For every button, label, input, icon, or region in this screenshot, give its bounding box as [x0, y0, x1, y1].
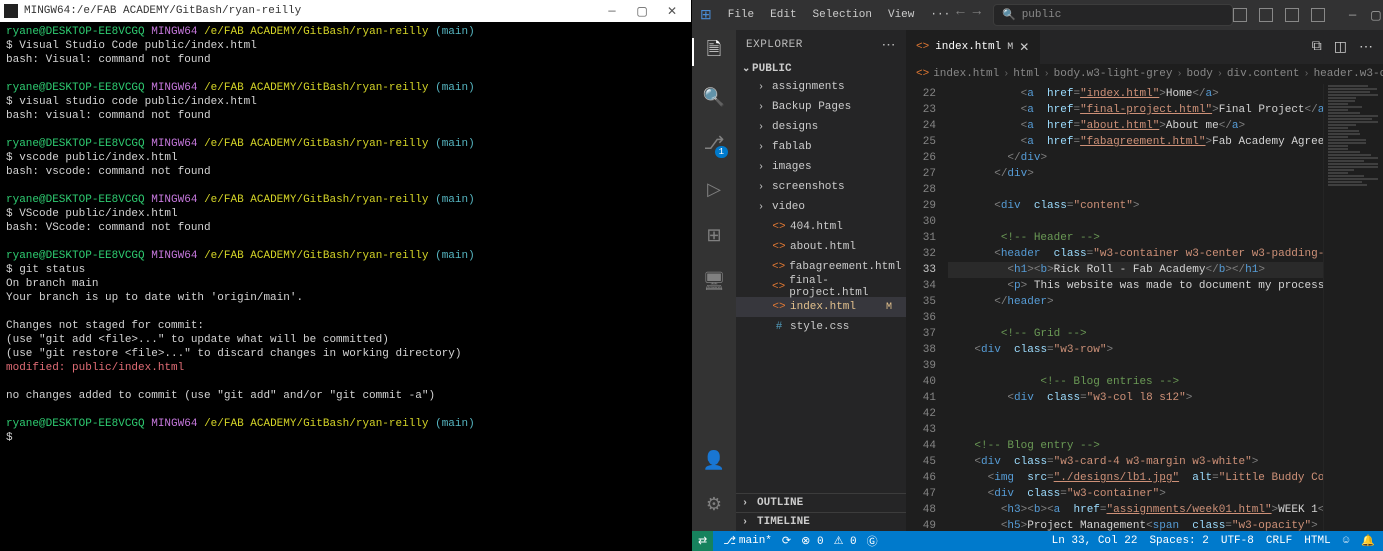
breadcrumb-file-icon: <> — [916, 68, 929, 80]
compare-changes-icon[interactable]: ⧉ — [1312, 39, 1322, 55]
layout-panel-icon[interactable] — [1259, 8, 1273, 22]
breadcrumb-segment[interactable]: header.w3-container.w3-cente — [1314, 68, 1383, 80]
cursor-position[interactable]: Ln 33, Col 22 — [1052, 534, 1138, 548]
nav-forward-icon[interactable]: → — [973, 4, 981, 26]
menu-edit[interactable]: Edit — [764, 9, 802, 21]
breadcrumb[interactable]: <> index.html›html›body.w3-light-grey›bo… — [906, 64, 1383, 84]
tab-label: index.html — [935, 41, 1001, 53]
language-mode[interactable]: HTML — [1304, 534, 1330, 548]
folder-video[interactable]: ›video — [736, 197, 906, 217]
warnings-status[interactable]: ⚠ 0 — [834, 534, 857, 548]
file-fabagreement-html[interactable]: <>fabagreement.html — [736, 257, 906, 277]
folder-fablab[interactable]: ›fablab — [736, 137, 906, 157]
minimap[interactable] — [1323, 84, 1383, 531]
tab-close-icon[interactable]: ✕ — [1019, 40, 1029, 55]
search-icon: 🔍 — [1002, 8, 1016, 22]
file-404-html[interactable]: <>404.html — [736, 217, 906, 237]
layout-sidebar-right-icon[interactable] — [1285, 8, 1299, 22]
errors-status[interactable]: ⊗ 0 — [801, 534, 823, 548]
port-status[interactable]: Ⓖ — [867, 533, 878, 549]
feedback-icon[interactable]: ☺ — [1343, 534, 1350, 548]
breadcrumb-segment[interactable]: index.html — [933, 68, 999, 80]
command-center-search[interactable]: 🔍 public — [993, 4, 1233, 26]
layout-customize-icon[interactable] — [1311, 8, 1325, 22]
explorer-more-icon[interactable]: ⋯ — [882, 37, 897, 54]
menu-view[interactable]: View — [882, 9, 920, 21]
file-style-css[interactable]: #style.css — [736, 317, 906, 337]
file-final-project-html[interactable]: <>final-project.html — [736, 277, 906, 297]
explorer-tab-icon[interactable]: 🗎 — [702, 40, 726, 64]
folder-screenshots[interactable]: ›screenshots — [736, 177, 906, 197]
terminal-window: MINGW64:/e/FAB ACADEMY/GitBash/ryan-reil… — [0, 0, 691, 551]
folder-designs[interactable]: ›designs — [736, 117, 906, 137]
code-content[interactable]: <a href="index.html">Home</a> <a href="f… — [948, 84, 1323, 531]
editor-area: <> index.html M ✕ ⧉ ◫ ⋯ <> index.html›ht… — [906, 30, 1383, 531]
maximize-button[interactable]: ▢ — [627, 0, 657, 22]
title-bar: ⊞ File Edit Selection View ··· ← → 🔍 pub… — [692, 0, 1383, 30]
eol-status[interactable]: CRLF — [1266, 534, 1292, 548]
remote-indicator[interactable]: ⇄ — [692, 531, 713, 551]
window-minimize-button[interactable]: — — [1349, 8, 1356, 23]
terminal-title: MINGW64:/e/FAB ACADEMY/GitBash/ryan-reil… — [24, 5, 301, 17]
encoding-status[interactable]: UTF-8 — [1221, 534, 1254, 548]
terminal-output[interactable]: ryane@DESKTOP-EE8VCGQ MINGW64 /e/FAB ACA… — [0, 22, 691, 551]
window-maximize-button[interactable]: ▢ — [1370, 8, 1381, 23]
nav-back-icon[interactable]: ← — [956, 4, 964, 26]
remote-explorer-icon[interactable]: 🖥 — [702, 270, 726, 294]
layout-sidebar-left-icon[interactable] — [1233, 8, 1247, 22]
file-index-html[interactable]: <>index.htmlM — [736, 297, 906, 317]
breadcrumb-segment[interactable]: html — [1013, 68, 1039, 80]
activity-bar: 🗎 🔍 ⎇1 ▷ ⊞ 🖥 👤 ⚙ — [692, 30, 736, 531]
debug-tab-icon[interactable]: ▷ — [702, 178, 726, 202]
settings-gear-icon[interactable]: ⚙ — [702, 493, 726, 517]
code-editor[interactable]: 2223242526272829303132333435363738394041… — [906, 84, 1383, 531]
folder-backup-pages[interactable]: ›Backup Pages — [736, 97, 906, 117]
minimize-button[interactable]: — — [597, 0, 627, 22]
folder-assignments[interactable]: ›assignments — [736, 77, 906, 97]
notifications-icon[interactable]: 🔔 — [1361, 534, 1375, 548]
indentation-status[interactable]: Spaces: 2 — [1149, 534, 1208, 548]
terminal-titlebar: MINGW64:/e/FAB ACADEMY/GitBash/ryan-reil… — [0, 0, 691, 22]
breadcrumb-segment[interactable]: body.w3-light-grey — [1054, 68, 1173, 80]
vscode-window: ⊞ File Edit Selection View ··· ← → 🔍 pub… — [691, 0, 1383, 551]
html-file-icon: <> — [916, 41, 929, 53]
tab-index-html[interactable]: <> index.html M ✕ — [906, 30, 1040, 64]
file-about-html[interactable]: <>about.html — [736, 237, 906, 257]
search-tab-icon[interactable]: 🔍 — [702, 86, 726, 110]
breadcrumb-segment[interactable]: div.content — [1227, 68, 1300, 80]
folder-images[interactable]: ›images — [736, 157, 906, 177]
search-placeholder: public — [1022, 9, 1062, 21]
sync-status[interactable]: ⟳ — [782, 534, 791, 548]
account-icon[interactable]: 👤 — [702, 449, 726, 473]
explorer-sidebar: EXPLORER ⋯ ⌄PUBLIC ›assignments›Backup P… — [736, 30, 906, 531]
tab-bar: <> index.html M ✕ ⧉ ◫ ⋯ — [906, 30, 1383, 64]
menu-more[interactable]: ··· — [924, 9, 956, 21]
extensions-tab-icon[interactable]: ⊞ — [702, 224, 726, 248]
git-branch-status[interactable]: ⎇ main* — [723, 534, 772, 548]
explorer-label: EXPLORER — [746, 39, 803, 51]
terminal-icon — [4, 4, 18, 18]
menu-file[interactable]: File — [722, 9, 760, 21]
status-bar: ⇄ ⎇ main* ⟳ ⊗ 0 ⚠ 0 Ⓖ Ln 33, Col 22 Spac… — [692, 531, 1383, 551]
timeline-section[interactable]: ›TIMELINE — [736, 512, 906, 531]
split-editor-icon[interactable]: ◫ — [1334, 39, 1347, 56]
source-control-tab-icon[interactable]: ⎇1 — [702, 132, 726, 156]
scm-badge: 1 — [715, 146, 728, 158]
editor-more-icon[interactable]: ⋯ — [1359, 39, 1373, 56]
breadcrumb-segment[interactable]: body — [1187, 68, 1213, 80]
menu-selection[interactable]: Selection — [807, 9, 878, 21]
tab-modified-indicator: M — [1007, 42, 1013, 53]
close-button[interactable]: ✕ — [657, 0, 687, 22]
workspace-root[interactable]: ⌄PUBLIC — [736, 61, 906, 77]
outline-section[interactable]: ›OUTLINE — [736, 493, 906, 512]
vscode-logo-icon: ⊞ — [700, 7, 712, 24]
line-number-gutter: 2223242526272829303132333435363738394041… — [906, 84, 948, 531]
